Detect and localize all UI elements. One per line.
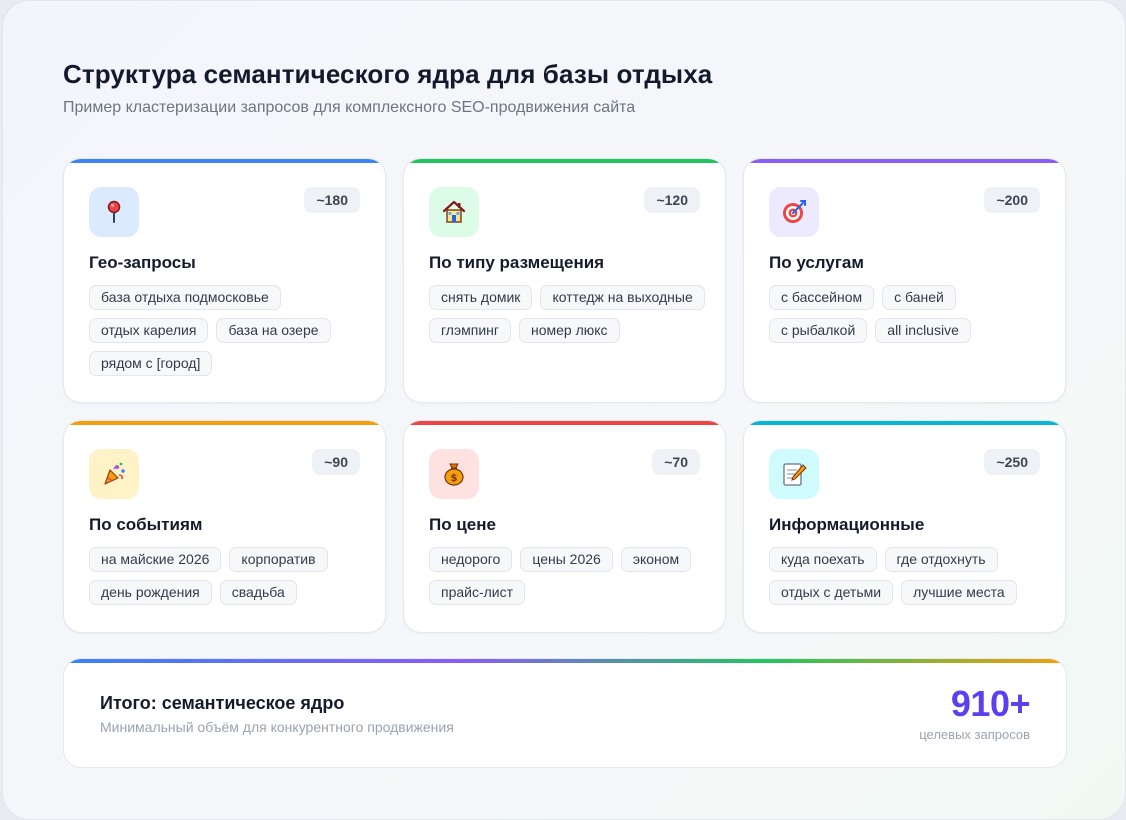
keyword-tag: корпоратив	[229, 547, 328, 572]
query-count-badge: ~200	[984, 187, 1040, 213]
card-accent-bar	[744, 159, 1065, 163]
keyword-tag: день рождения	[89, 580, 212, 605]
keyword-tag: прайс-лист	[429, 580, 526, 605]
keyword-tag: отдых карелия	[89, 318, 209, 343]
cluster-card-price: $ ~70 По цене недорого цены 2026 эконом …	[403, 420, 726, 633]
keyword-tag: база на озере	[216, 318, 331, 343]
memo-icon	[769, 449, 819, 499]
tag-list: с бассейном с баней с рыбалкой all inclu…	[769, 285, 1047, 343]
page-title: Структура семантического ядра для базы о…	[63, 59, 713, 89]
keyword-tag: цены 2026	[520, 547, 613, 572]
tag-list: куда поехать где отдохнуть отдых с детьм…	[769, 547, 1047, 605]
cluster-card-events: ~90 По событиям на майские 2026 корпорат…	[63, 420, 386, 633]
cluster-card-informational: ~250 Информационные куда поехать где отд…	[743, 420, 1066, 633]
summary-card: Итого: семантическое ядро Минимальный об…	[63, 658, 1067, 768]
summary-subtitle: Минимальный объём для конкурентного прод…	[100, 719, 454, 735]
card-title: По цене	[429, 515, 496, 534]
query-count-badge: ~90	[312, 449, 360, 475]
card-accent-bar	[64, 421, 385, 425]
keyword-tag: на майские 2026	[89, 547, 222, 572]
tag-list: база отдыха подмосковье отдых карелия ба…	[89, 285, 367, 376]
card-title: По событиям	[89, 515, 203, 534]
keyword-tag: коттедж на выходные	[540, 285, 705, 310]
query-count-badge: ~180	[304, 187, 360, 213]
keyword-tag: свадьба	[219, 580, 297, 605]
tag-list: недорого цены 2026 эконом прайс-лист	[429, 547, 707, 605]
keyword-tag: эконом	[620, 547, 692, 572]
cluster-card-geo: ~180 Гео-запросы база отдыха подмосковье…	[63, 158, 386, 403]
pin-icon	[89, 187, 139, 237]
keyword-tag: база отдыха подмосковье	[89, 285, 281, 310]
keyword-tag: лучшие места	[901, 580, 1017, 605]
card-title: По типу размещения	[429, 253, 605, 272]
keyword-tag: с рыбалкой	[769, 318, 868, 343]
target-icon	[769, 187, 819, 237]
card-accent-bar	[404, 421, 725, 425]
keyword-tag: недорого	[429, 547, 513, 572]
svg-text:$: $	[451, 473, 458, 484]
tag-list: на майские 2026 корпоратив день рождения…	[89, 547, 367, 605]
page-container: Структура семантического ядра для базы о…	[2, 0, 1126, 820]
keyword-tag: с бассейном	[769, 285, 875, 310]
cluster-grid: ~180 Гео-запросы база отдыха подмосковье…	[63, 158, 1067, 634]
keyword-tag: номер люкс	[518, 318, 620, 343]
tag-list: снять домик коттедж на выходные глэмпинг…	[429, 285, 707, 343]
keyword-tag: с баней	[882, 285, 956, 310]
card-accent-bar	[744, 421, 1065, 425]
card-accent-bar	[64, 159, 385, 163]
query-count-badge: ~120	[644, 187, 700, 213]
keyword-tag: где отдохнуть	[884, 547, 998, 572]
keyword-tag: снять домик	[429, 285, 533, 310]
page-subtitle: Пример кластеризации запросов для компле…	[63, 99, 636, 116]
cluster-card-accommodation: ~120 По типу размещения снять домик котт…	[403, 158, 726, 403]
summary-gradient-bar	[64, 659, 1066, 663]
query-count-badge: ~70	[652, 449, 700, 475]
keyword-tag: отдых с детьми	[769, 580, 894, 605]
query-count-badge: ~250	[984, 449, 1040, 475]
house-icon	[429, 187, 479, 237]
total-count-label: целевых запросов	[919, 727, 1030, 742]
keyword-tag: рядом с [город]	[89, 351, 213, 376]
card-title: По услугам	[769, 253, 864, 272]
summary-title: Итого: семантическое ядро	[100, 693, 345, 713]
card-accent-bar	[404, 159, 725, 163]
party-popper-icon	[89, 449, 139, 499]
card-title: Гео-запросы	[89, 253, 196, 272]
money-bag-icon: $	[429, 449, 479, 499]
keyword-tag: глэмпинг	[429, 318, 511, 343]
total-count: 910+	[950, 683, 1031, 724]
cluster-card-services: ~200 По услугам с бассейном с баней с ры…	[743, 158, 1066, 403]
card-title: Информационные	[769, 515, 925, 534]
keyword-tag: all inclusive	[875, 318, 971, 343]
keyword-tag: куда поехать	[769, 547, 877, 572]
